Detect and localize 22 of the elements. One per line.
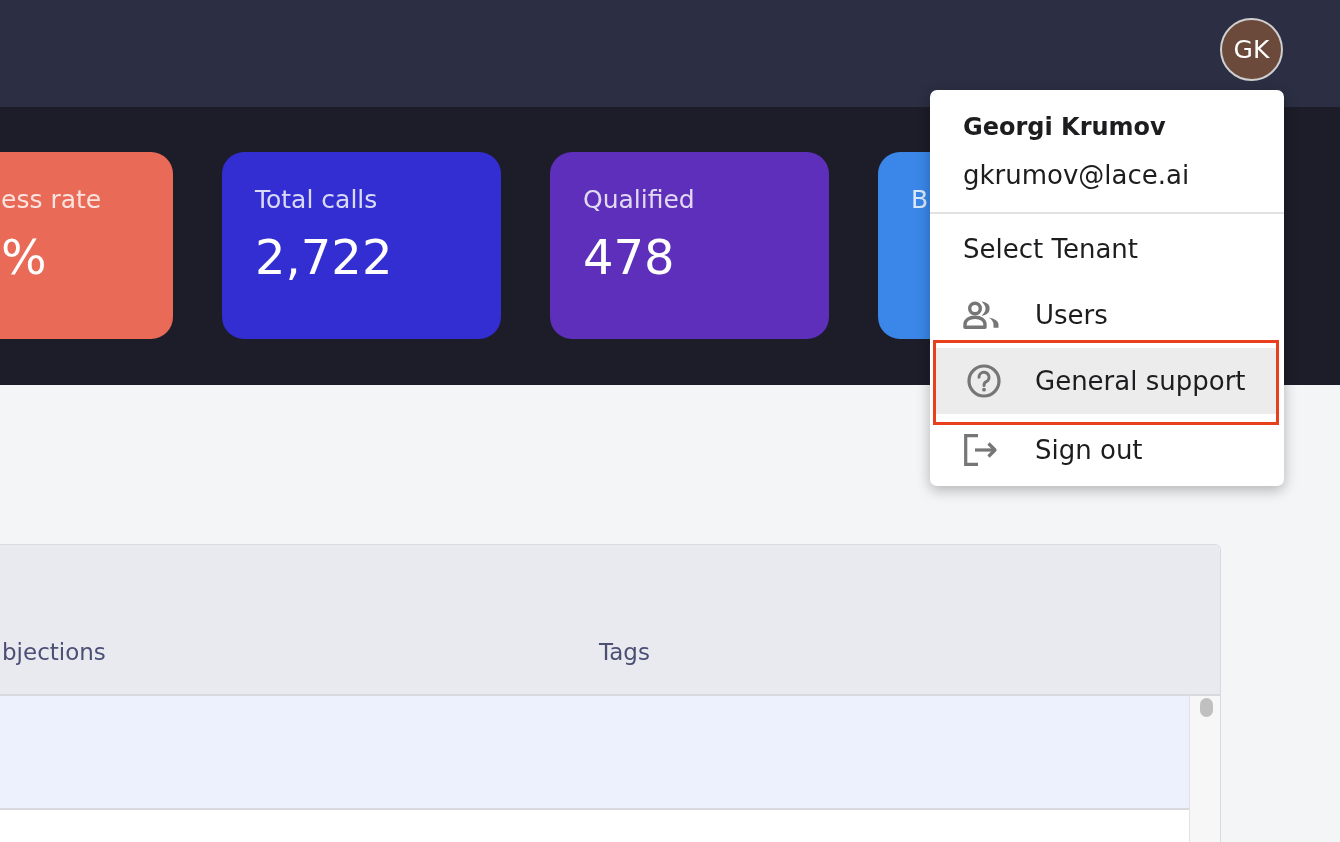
menu-item[interactable]: General support	[936, 348, 1276, 414]
user-email: gkrumov@lace.ai	[963, 160, 1190, 190]
stat-label: Total calls	[255, 185, 379, 215]
scrollbar-track[interactable]	[1189, 694, 1220, 842]
users-icon	[963, 301, 1000, 329]
menu-item[interactable]: Select Tenant	[930, 224, 1284, 274]
menu-item[interactable]: Sign out	[930, 425, 1284, 475]
menu-item[interactable]: Users	[930, 290, 1284, 340]
stat-value: 2,722	[255, 228, 394, 287]
column-header: Tags	[599, 638, 650, 667]
stat-value: %	[1, 228, 48, 287]
stat-value: 478	[583, 228, 676, 287]
scrollbar-thumb[interactable]	[1200, 698, 1213, 717]
user-name: Georgi Krumov	[963, 112, 1166, 142]
stat-label: Qualified	[583, 185, 696, 215]
sign-out-icon	[964, 434, 998, 466]
column-header: bjections	[1, 638, 107, 667]
help-icon	[967, 364, 1001, 398]
stat-label: B	[911, 185, 930, 215]
table-row[interactable]	[0, 694, 1189, 808]
avatar-button[interactable]: GK	[1220, 18, 1283, 81]
stat-label: ess rate	[1, 185, 103, 215]
